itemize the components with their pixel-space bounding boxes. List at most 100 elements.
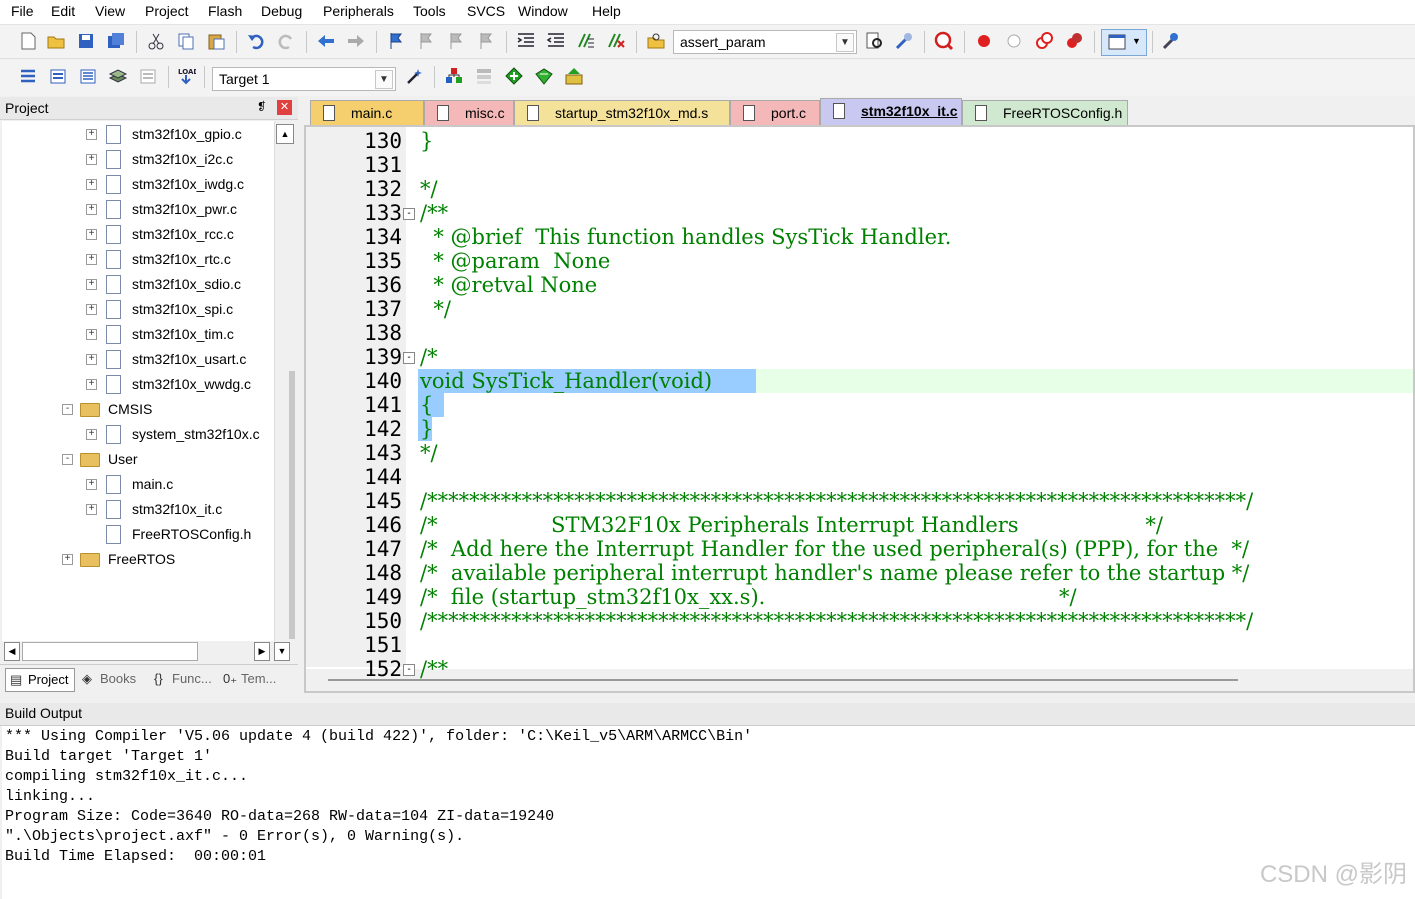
scroll-up-icon[interactable]: ▲ [276,124,294,144]
expand-toggle-icon[interactable]: + [62,554,73,565]
project-tree-vscrollbar[interactable]: ▲ [274,121,295,641]
debug-session-icon[interactable] [934,31,954,51]
code-line[interactable]: void SysTick_Handler(void) [420,369,712,393]
menu-flash[interactable]: Flash [203,0,247,24]
menu-file[interactable]: File [6,0,39,24]
tab-func[interactable]: {} Func... [150,668,216,690]
configure-icon[interactable] [1160,31,1180,51]
find-in-files-icon[interactable] [646,31,666,51]
menu-view[interactable]: View [90,0,130,24]
bookmark-icon[interactable] [386,31,406,51]
tree-item[interactable]: + stm32f10x_sdio.c [2,273,274,298]
prev-bookmark-icon[interactable] [416,31,436,51]
editor-tab-startup_stm32f10x_md-s[interactable]: startup_stm32f10x_md.s [514,100,730,125]
code-line[interactable]: /* available peripheral interrupt handle… [420,561,1249,585]
menu-peripherals[interactable]: Peripherals [318,0,399,24]
breakpoint-icon[interactable] [974,31,994,51]
expand-toggle-icon[interactable]: + [86,254,97,265]
tab-project[interactable]: ▤ Project [5,668,75,692]
expand-toggle-icon[interactable]: + [86,504,97,515]
menu-project[interactable]: Project [140,0,194,24]
menu-debug[interactable]: Debug [256,0,307,24]
uncomment-icon[interactable] [606,31,626,51]
fold-toggle-icon[interactable]: - [403,208,415,220]
expand-toggle-icon[interactable]: + [86,229,97,240]
expand-toggle-icon[interactable]: - [62,454,73,465]
tree-item[interactable]: - CMSIS [2,398,274,423]
expand-toggle-icon[interactable]: + [86,179,97,190]
tree-item[interactable]: + FreeRTOS [2,548,274,573]
editor-tab-port-c[interactable]: port.c [730,100,820,125]
code-line[interactable]: /* STM32F10x Peripherals Interrupt Handl… [420,513,1163,537]
disable-all-breakpoints-icon[interactable] [1034,31,1054,51]
tree-item[interactable]: + stm32f10x_rtc.c [2,248,274,273]
tree-item[interactable]: + stm32f10x_iwdg.c [2,173,274,198]
expand-toggle-icon[interactable]: + [86,329,97,340]
paste-icon[interactable] [206,31,226,51]
scroll-left-icon[interactable]: ◀ [4,642,20,661]
scroll-thumb[interactable] [289,371,295,639]
expand-toggle-icon[interactable]: + [86,354,97,365]
menu-tools[interactable]: Tools [408,0,451,24]
editor-tab-stm32f10x_it-c[interactable]: stm32f10x_it.c [820,98,962,125]
code-line[interactable]: /* Add here the Interrupt Handler for th… [420,537,1249,561]
kill-all-breakpoints-icon[interactable] [1064,31,1084,51]
build-output-pane[interactable]: *** Using Compiler 'V5.06 update 4 (buil… [2,726,1415,899]
scroll-thumb[interactable] [22,642,198,661]
editor-hscrollbar[interactable] [306,669,1413,691]
code-editor[interactable]: 130} 131 132 */133-/** 134 * @brief This fun… [304,125,1415,693]
code-line[interactable]: { [420,393,433,417]
close-icon[interactable]: ✕ [277,100,292,115]
comment-icon[interactable] [576,31,596,51]
tree-item[interactable]: + stm32f10x_pwr.c [2,198,274,223]
new-file-icon[interactable] [18,31,38,51]
expand-toggle-icon[interactable]: + [86,429,97,440]
build-icon[interactable] [48,66,68,86]
tab-books[interactable]: ◈ Books [78,668,144,690]
project-tree-hscrollbar[interactable]: ◀ ▶ ▼ [2,641,294,661]
pin-icon[interactable]: ❡ [257,100,266,113]
tab-tem[interactable]: 0₊ Tem... [219,668,287,690]
save-icon[interactable] [76,31,96,51]
code-line[interactable]: */ [420,297,451,321]
scroll-thumb[interactable] [328,679,1238,681]
code-line[interactable]: * @param None [420,249,610,273]
tree-item[interactable]: + stm32f10x_it.c [2,498,274,523]
tree-item[interactable]: + main.c [2,473,274,498]
tree-item[interactable]: + stm32f10x_gpio.c [2,123,274,148]
manage-rte-icon[interactable] [504,66,524,86]
code-line[interactable]: } [420,417,433,441]
tree-item[interactable]: + stm32f10x_spi.c [2,298,274,323]
code-line[interactable]: */ [420,177,438,201]
tree-item[interactable]: + stm32f10x_rcc.c [2,223,274,248]
menu-edit[interactable]: Edit [46,0,80,24]
scroll-right-icon[interactable]: ▶ [254,642,270,661]
menu-window[interactable]: Window [513,0,573,24]
target-options-icon[interactable] [405,66,425,86]
tree-item[interactable]: + stm32f10x_tim.c [2,323,274,348]
chevron-down-icon[interactable]: ▼ [375,70,393,89]
open-folder-icon[interactable] [46,31,66,51]
pack-installer-online-icon[interactable] [564,66,584,86]
clear-bookmarks-icon[interactable] [476,31,496,51]
pack-installer-icon[interactable] [534,66,554,86]
incremental-find-icon[interactable] [894,31,914,51]
expand-toggle-icon[interactable]: - [62,404,73,415]
editor-tab-misc-c[interactable]: misc.c [424,100,514,125]
code-line[interactable]: /***************************************… [420,609,1253,633]
code-line[interactable]: /** [420,657,448,681]
translate-icon[interactable] [18,66,38,86]
target-combo[interactable]: Target 1 ▼ [212,67,396,91]
unindent-icon[interactable] [546,31,566,51]
menu-svcs[interactable]: SVCS [462,0,510,24]
batch-build-icon[interactable] [108,66,128,86]
save-all-icon[interactable] [106,31,126,51]
expand-toggle-icon[interactable]: + [86,304,97,315]
tree-item[interactable]: + stm32f10x_usart.c [2,348,274,373]
window-layout-button[interactable]: ▼ [1101,29,1147,56]
menu-help[interactable]: Help [587,0,626,24]
expand-toggle-icon[interactable]: + [86,379,97,390]
chevron-down-icon[interactable]: ▼ [836,33,854,52]
code-line[interactable]: */ [420,441,438,465]
fold-toggle-icon[interactable]: - [403,352,415,364]
